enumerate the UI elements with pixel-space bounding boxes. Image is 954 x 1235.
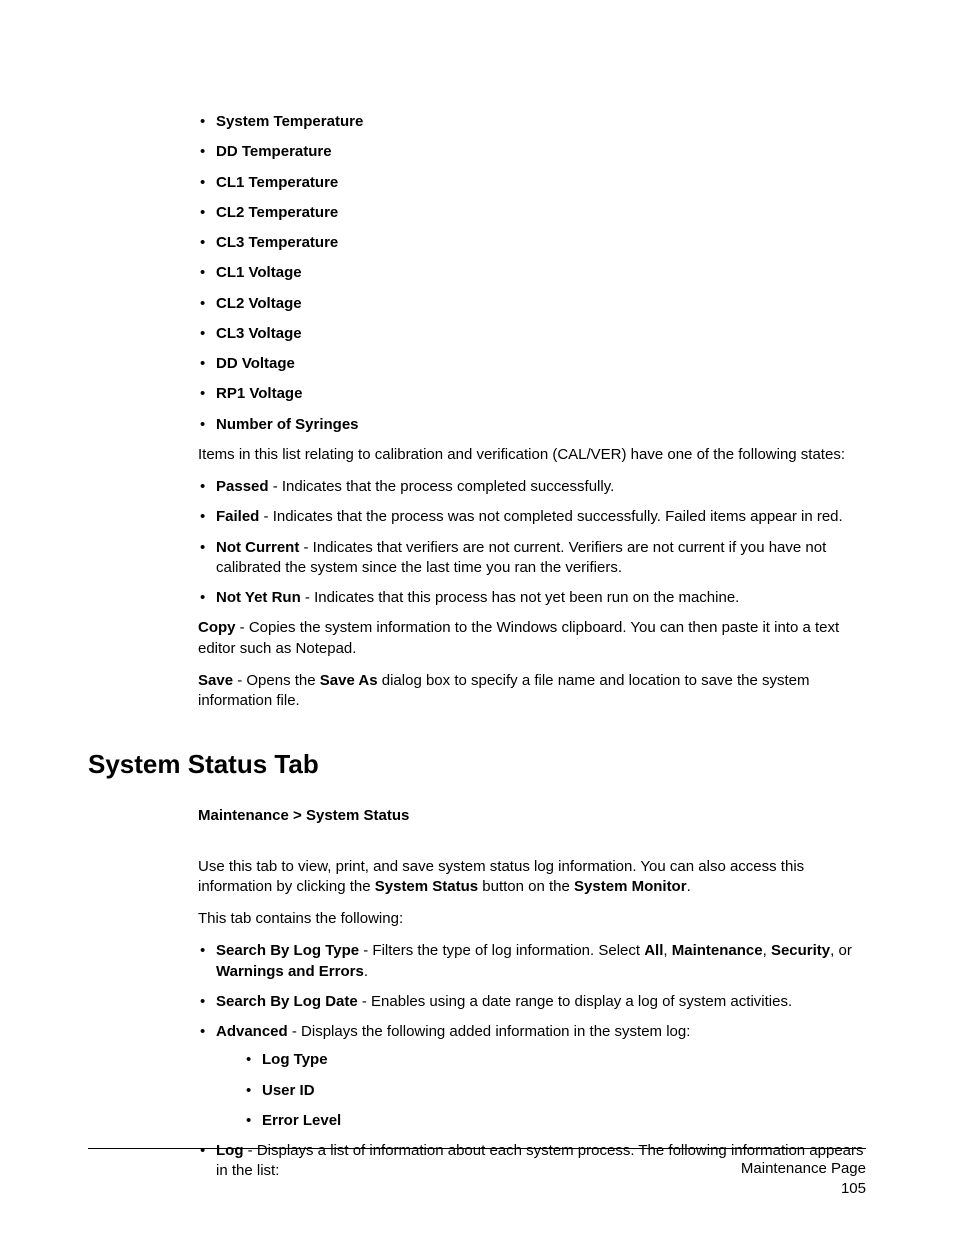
list-item: CL3 Temperature: [198, 233, 866, 253]
measure-label: CL2 Temperature: [216, 204, 338, 221]
list-item: System Temperature: [198, 112, 866, 132]
copy-label: Copy: [198, 619, 236, 636]
state-label: Not Yet Run: [216, 589, 301, 606]
text: - Displays the following added informati…: [288, 1023, 691, 1040]
list-item: Advanced - Displays the following added …: [198, 1022, 866, 1131]
measure-label: CL2 Voltage: [216, 295, 302, 312]
body-indent: System Temperature DD Temperature CL1 Te…: [198, 112, 866, 711]
tab-list: Search By Log Type - Filters the type of…: [198, 941, 866, 1181]
page-footer: Maintenance Page 105: [88, 1148, 866, 1200]
text: button on the: [478, 878, 574, 895]
crumb-sep: >: [289, 807, 306, 824]
state-label: Passed: [216, 478, 269, 495]
list-item: User ID: [244, 1081, 866, 1101]
state-label: Not Current: [216, 539, 299, 556]
copy-para: Copy - Copies the system information to …: [198, 618, 866, 659]
list-item: CL2 Temperature: [198, 203, 866, 223]
list-item: DD Voltage: [198, 354, 866, 374]
list-item: Search By Log Type - Filters the type of…: [198, 941, 866, 982]
text: , or: [830, 942, 852, 959]
item-label: Advanced: [216, 1023, 288, 1040]
section-heading: System Status Tab: [88, 747, 866, 782]
opt-sec: Security: [771, 942, 830, 959]
text-bold: System Status: [375, 878, 478, 895]
save-desc-1: - Opens the: [233, 672, 320, 689]
state-desc: - Indicates that verifiers are not curre…: [216, 539, 826, 576]
save-para: Save - Opens the Save As dialog box to s…: [198, 671, 866, 712]
copy-desc: - Copies the system information to the W…: [198, 619, 839, 656]
list-item: CL1 Voltage: [198, 263, 866, 283]
state-label: Failed: [216, 508, 259, 525]
text: .: [364, 963, 368, 980]
sub-label: Log Type: [262, 1051, 328, 1068]
save-label: Save: [198, 672, 233, 689]
state-desc: - Indicates that this process has not ye…: [301, 589, 740, 606]
measure-label: CL3 Temperature: [216, 234, 338, 251]
measure-label: RP1 Voltage: [216, 385, 302, 402]
advanced-sublist: Log Type User ID Error Level: [244, 1050, 866, 1131]
sub-label: User ID: [262, 1082, 315, 1099]
state-desc: - Indicates that the process was not com…: [259, 508, 842, 525]
calver-intro: Items in this list relating to calibrati…: [198, 445, 866, 465]
list-item: Search By Log Date - Enables using a dat…: [198, 992, 866, 1012]
text: ,: [663, 942, 671, 959]
footer-title: Maintenance Page: [88, 1159, 866, 1179]
text: .: [687, 878, 691, 895]
crumb-2: System Status: [306, 807, 409, 824]
status-intro: Use this tab to view, print, and save sy…: [198, 857, 866, 898]
list-item: Not Current - Indicates that verifiers a…: [198, 538, 866, 579]
tab-contains: This tab contains the following:: [198, 909, 866, 929]
list-item: Failed - Indicates that the process was …: [198, 507, 866, 527]
breadcrumb: Maintenance > System Status: [198, 806, 866, 826]
list-item: CL2 Voltage: [198, 294, 866, 314]
measurement-list: System Temperature DD Temperature CL1 Te…: [198, 112, 866, 435]
text: ,: [763, 942, 771, 959]
text: - Enables using a date range to display …: [358, 993, 792, 1010]
item-label: Search By Log Type: [216, 942, 359, 959]
list-item: Log Type: [244, 1050, 866, 1070]
opt-warn: Warnings and Errors: [216, 963, 364, 980]
list-item: Not Yet Run - Indicates that this proces…: [198, 588, 866, 608]
crumb-1: Maintenance: [198, 807, 289, 824]
measure-label: DD Voltage: [216, 355, 295, 372]
state-desc: - Indicates that the process completed s…: [269, 478, 615, 495]
footer-page-number: 105: [88, 1179, 866, 1199]
list-item: CL3 Voltage: [198, 324, 866, 344]
item-label: Search By Log Date: [216, 993, 358, 1010]
list-item: Error Level: [244, 1111, 866, 1131]
opt-all: All: [644, 942, 663, 959]
text-bold: System Monitor: [574, 878, 687, 895]
measure-label: System Temperature: [216, 113, 363, 130]
measure-label: DD Temperature: [216, 143, 332, 160]
list-item: RP1 Voltage: [198, 384, 866, 404]
text: - Filters the type of log information. S…: [359, 942, 644, 959]
document-page: System Temperature DD Temperature CL1 Te…: [0, 0, 954, 1235]
measure-label: CL1 Temperature: [216, 174, 338, 191]
opt-maint: Maintenance: [672, 942, 763, 959]
states-list: Passed - Indicates that the process comp…: [198, 477, 866, 608]
list-item: Number of Syringes: [198, 415, 866, 435]
measure-label: CL1 Voltage: [216, 264, 302, 281]
measure-label: Number of Syringes: [216, 416, 359, 433]
list-item: DD Temperature: [198, 142, 866, 162]
sub-label: Error Level: [262, 1112, 341, 1129]
list-item: Passed - Indicates that the process comp…: [198, 477, 866, 497]
body-indent: Maintenance > System Status Use this tab…: [198, 806, 866, 1181]
measure-label: CL3 Voltage: [216, 325, 302, 342]
list-item: CL1 Temperature: [198, 173, 866, 193]
save-as-label: Save As: [320, 672, 378, 689]
